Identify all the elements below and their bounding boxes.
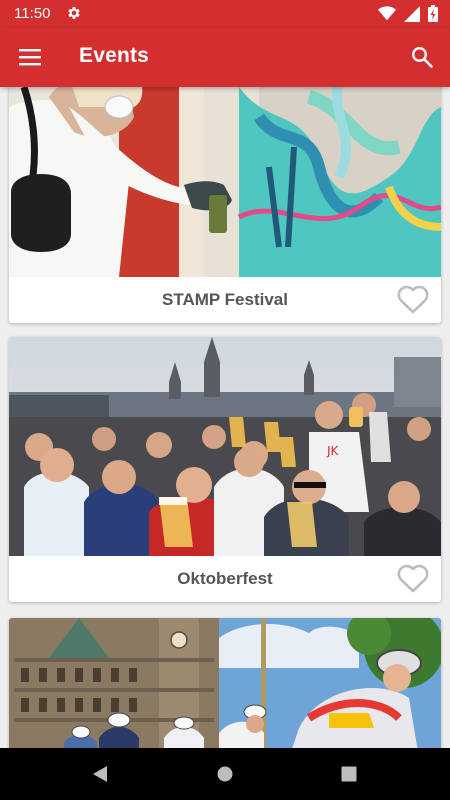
system-nav-bar — [0, 748, 450, 800]
status-time: 11:50 — [14, 5, 51, 22]
event-title: Oktoberfest — [177, 569, 273, 588]
favorite-heart-icon[interactable] — [397, 285, 429, 315]
event-title: STAMP Festival — [162, 290, 288, 309]
menu-icon[interactable] — [18, 47, 42, 67]
recents-icon[interactable] — [341, 766, 357, 782]
page-title: Events — [79, 44, 150, 67]
status-indicators — [378, 5, 438, 22]
home-icon[interactable] — [217, 766, 233, 782]
favorite-heart-icon[interactable] — [397, 564, 429, 594]
event-card[interactable]: JK Oktoberfest — [9, 337, 441, 602]
events-list[interactable]: STAMP Festival JK Oktoberfest — [0, 87, 450, 748]
event-card-footer: Oktoberfest — [9, 556, 441, 602]
app-bar: Events — [0, 28, 450, 87]
search-icon[interactable] — [410, 45, 434, 69]
event-card[interactable] — [9, 618, 441, 748]
status-bar: 11:50 — [0, 0, 450, 28]
event-card[interactable]: STAMP Festival — [9, 87, 441, 323]
event-image[interactable]: JK — [9, 337, 441, 556]
event-image[interactable] — [9, 618, 441, 748]
back-icon[interactable] — [91, 765, 109, 783]
event-image[interactable] — [9, 87, 441, 277]
battery-charging-icon — [428, 5, 438, 22]
wifi-icon — [378, 6, 396, 21]
svg-text:JK: JK — [326, 444, 340, 458]
signal-icon — [404, 5, 420, 22]
settings-gear-icon — [68, 7, 80, 19]
event-card-footer: STAMP Festival — [9, 277, 441, 323]
